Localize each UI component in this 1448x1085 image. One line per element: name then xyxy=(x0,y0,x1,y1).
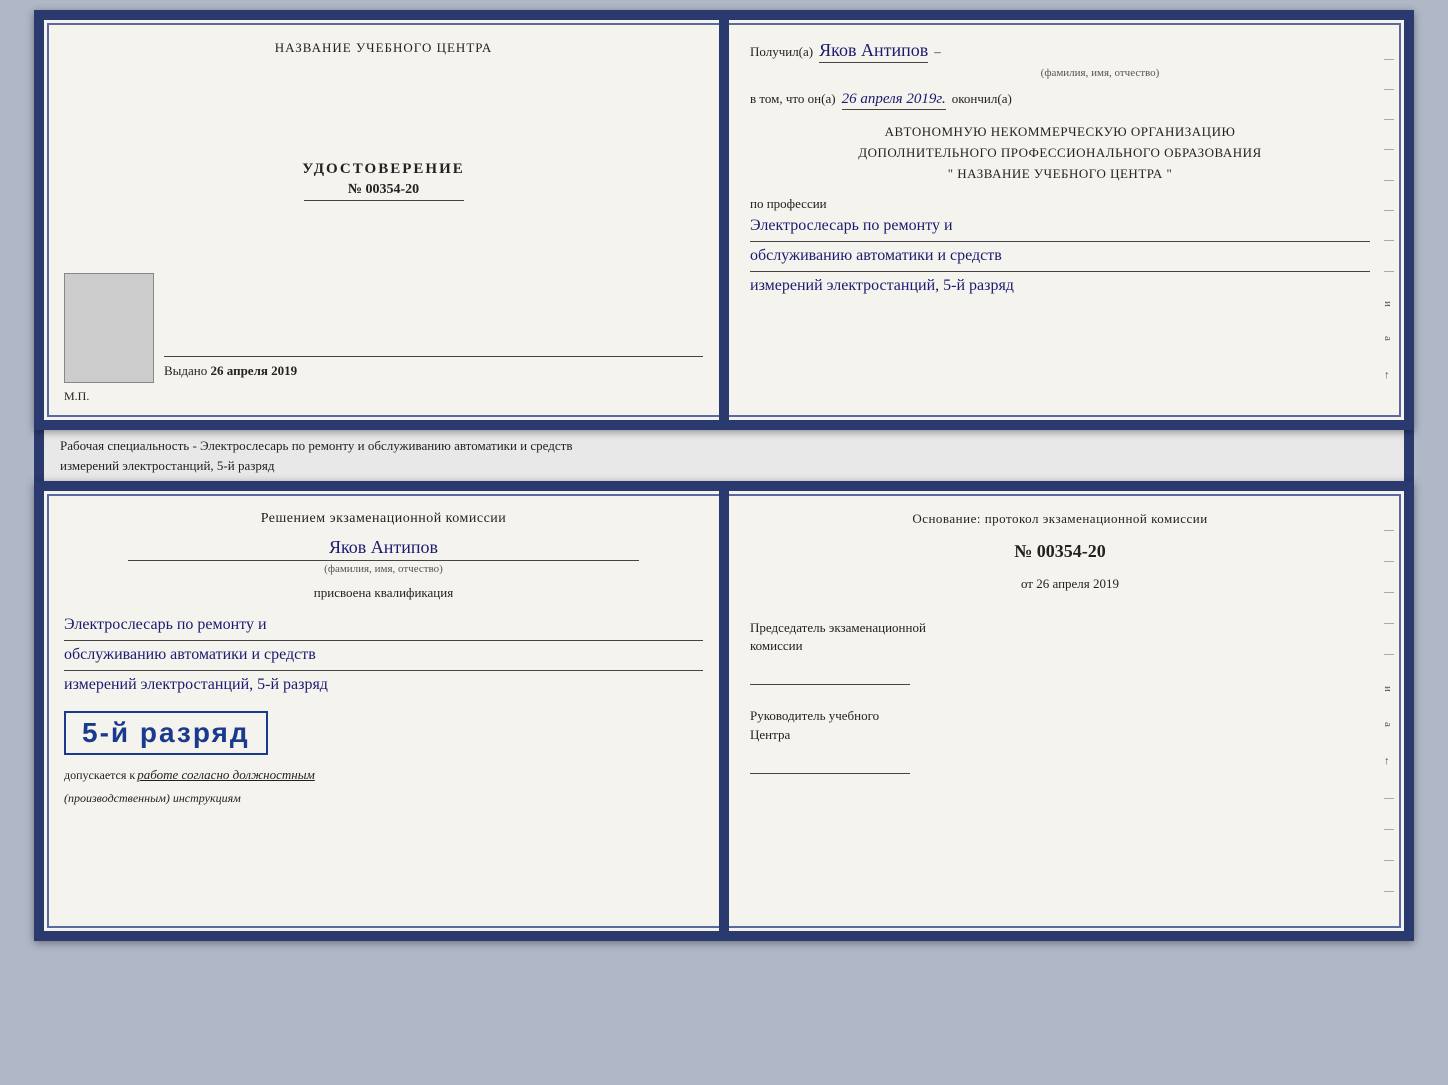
mp-label: М.П. xyxy=(64,389,703,404)
issued-date: 26 апреля 2019 xyxy=(211,363,298,378)
allowed-text2: (производственным) инструкциям xyxy=(64,791,241,805)
fio-hint-top: (фамилия, имя, отчество) xyxy=(750,67,1370,79)
from-date: от 26 апреля 2019 xyxy=(750,576,1370,593)
received-prefix: Получил(а) xyxy=(750,44,813,60)
qual-line2: обслуживанию автоматики и средств xyxy=(64,641,703,671)
institution-name-top: НАЗВАНИЕ УЧЕБНОГО ЦЕНТРА xyxy=(275,40,492,56)
allowed-prefix: допускается к xyxy=(64,768,135,783)
profession-label: по профессии xyxy=(750,196,1370,212)
allowed-text: работе согласно должностным xyxy=(137,767,315,783)
leader-title: Руководитель учебного Центра xyxy=(750,707,1370,743)
issued-prefix: Выдано xyxy=(164,363,207,378)
fio-hint-bottom: (фамилия, имя, отчество) xyxy=(324,563,443,575)
cert-number: № 00354-20 xyxy=(304,182,464,201)
completed-suffix: окончил(а) xyxy=(952,91,1012,107)
assigned-label: присвоена квалификация xyxy=(64,585,703,601)
qual-line1: Электрослесарь по ремонту и xyxy=(64,611,703,641)
profession-line3: измерений электростанций, 5-й разряд xyxy=(750,272,1370,301)
deco-lines-right: и а ← xyxy=(1378,44,1394,396)
photo-placeholder xyxy=(64,273,154,383)
deco-lines-right-bottom: и а ← xyxy=(1378,515,1394,907)
chairman-title: Председатель экзаменационной комиссии xyxy=(750,619,1370,655)
specialty-text: Рабочая специальность - Электрослесарь п… xyxy=(34,430,1414,481)
decision-text: Решением экзаменационной комиссии xyxy=(64,511,703,527)
leader-sig-line xyxy=(750,752,910,774)
recipient-name-top: Яков Антипов xyxy=(819,40,928,63)
protocol-number: № 00354-20 xyxy=(750,541,1370,562)
profession-line1: Электрослесарь по ремонту и xyxy=(750,212,1370,242)
cert-label: УДОСТОВЕРЕНИЕ xyxy=(302,161,465,178)
org-line1: АВТОНОМНУЮ НЕКОММЕРЧЕСКУЮ ОРГАНИЗАЦИЮ xyxy=(750,122,1370,143)
basis-label: Основание: протокол экзаменационной коми… xyxy=(750,511,1370,527)
recipient-name-bottom: Яков Антипов xyxy=(128,537,639,561)
profession-line2: обслуживанию автоматики и средств xyxy=(750,242,1370,272)
in-that-line: в том, что он(а) xyxy=(750,91,836,107)
qual-line3: измерений электростанций, 5-й разряд xyxy=(64,671,703,700)
org-line3: " НАЗВАНИЕ УЧЕБНОГО ЦЕНТРА " xyxy=(750,164,1370,185)
rank-badge: 5-й разряд xyxy=(82,717,250,749)
chairman-sig-line xyxy=(750,663,910,685)
org-line2: ДОПОЛНИТЕЛЬНОГО ПРОФЕССИОНАЛЬНОГО ОБРАЗО… xyxy=(750,143,1370,164)
completed-date: 26 апреля 2019г. xyxy=(842,91,946,110)
